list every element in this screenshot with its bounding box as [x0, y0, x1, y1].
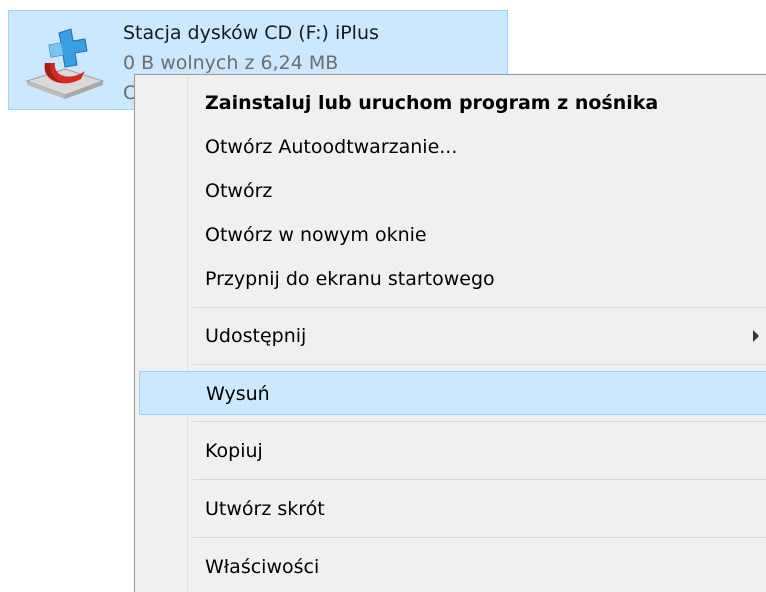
menu-item-label: Otwórz Autoodtwarzanie... — [205, 136, 458, 158]
menu-item-open-new-window[interactable]: Otwórz w nowym oknie — [139, 213, 766, 257]
menu-separator — [193, 364, 766, 365]
drive-free-space: 0 B wolnych z 6,24 MB — [123, 52, 339, 74]
context-menu: Zainstaluj lub uruchom program z nośnika… — [134, 74, 766, 592]
menu-item-pin-to-start[interactable]: Przypnij do ekranu startowego — [139, 257, 766, 301]
menu-item-label: Utwórz skrót — [205, 498, 325, 520]
menu-item-copy[interactable]: Kopiuj — [139, 429, 766, 473]
menu-item-label: Otwórz w nowym oknie — [205, 224, 427, 246]
menu-item-label: Udostępnij — [205, 325, 307, 347]
menu-item-open[interactable]: Otwórz — [139, 169, 766, 213]
menu-item-properties[interactable]: Właściwości — [139, 545, 766, 589]
menu-item-install-or-run[interactable]: Zainstaluj lub uruchom program z nośnika — [139, 81, 766, 125]
menu-separator — [193, 421, 766, 422]
drive-title: Stacja dysków CD (F:) iPlus — [123, 22, 379, 44]
chevron-right-icon — [753, 330, 759, 342]
menu-item-label: Kopiuj — [205, 440, 263, 462]
menu-item-label: Wysuń — [206, 383, 270, 405]
menu-item-share[interactable]: Udostępnij — [139, 314, 766, 358]
menu-item-eject[interactable]: Wysuń — [139, 371, 766, 415]
menu-item-label: Przypnij do ekranu startowego — [205, 268, 495, 290]
menu-item-create-shortcut[interactable]: Utwórz skrót — [139, 487, 766, 531]
cd-drive-autorun-icon — [25, 28, 105, 99]
menu-separator — [193, 479, 766, 480]
menu-item-open-autoplay[interactable]: Otwórz Autoodtwarzanie... — [139, 125, 766, 169]
menu-item-label: Otwórz — [205, 180, 273, 202]
menu-item-label: Właściwości — [205, 556, 320, 578]
explorer-view: Stacja dysków CD (F:) iPlus 0 B wolnych … — [0, 0, 766, 592]
menu-separator — [193, 537, 766, 538]
menu-item-label: Zainstaluj lub uruchom program z nośnika — [205, 92, 659, 114]
menu-separator — [193, 307, 766, 308]
